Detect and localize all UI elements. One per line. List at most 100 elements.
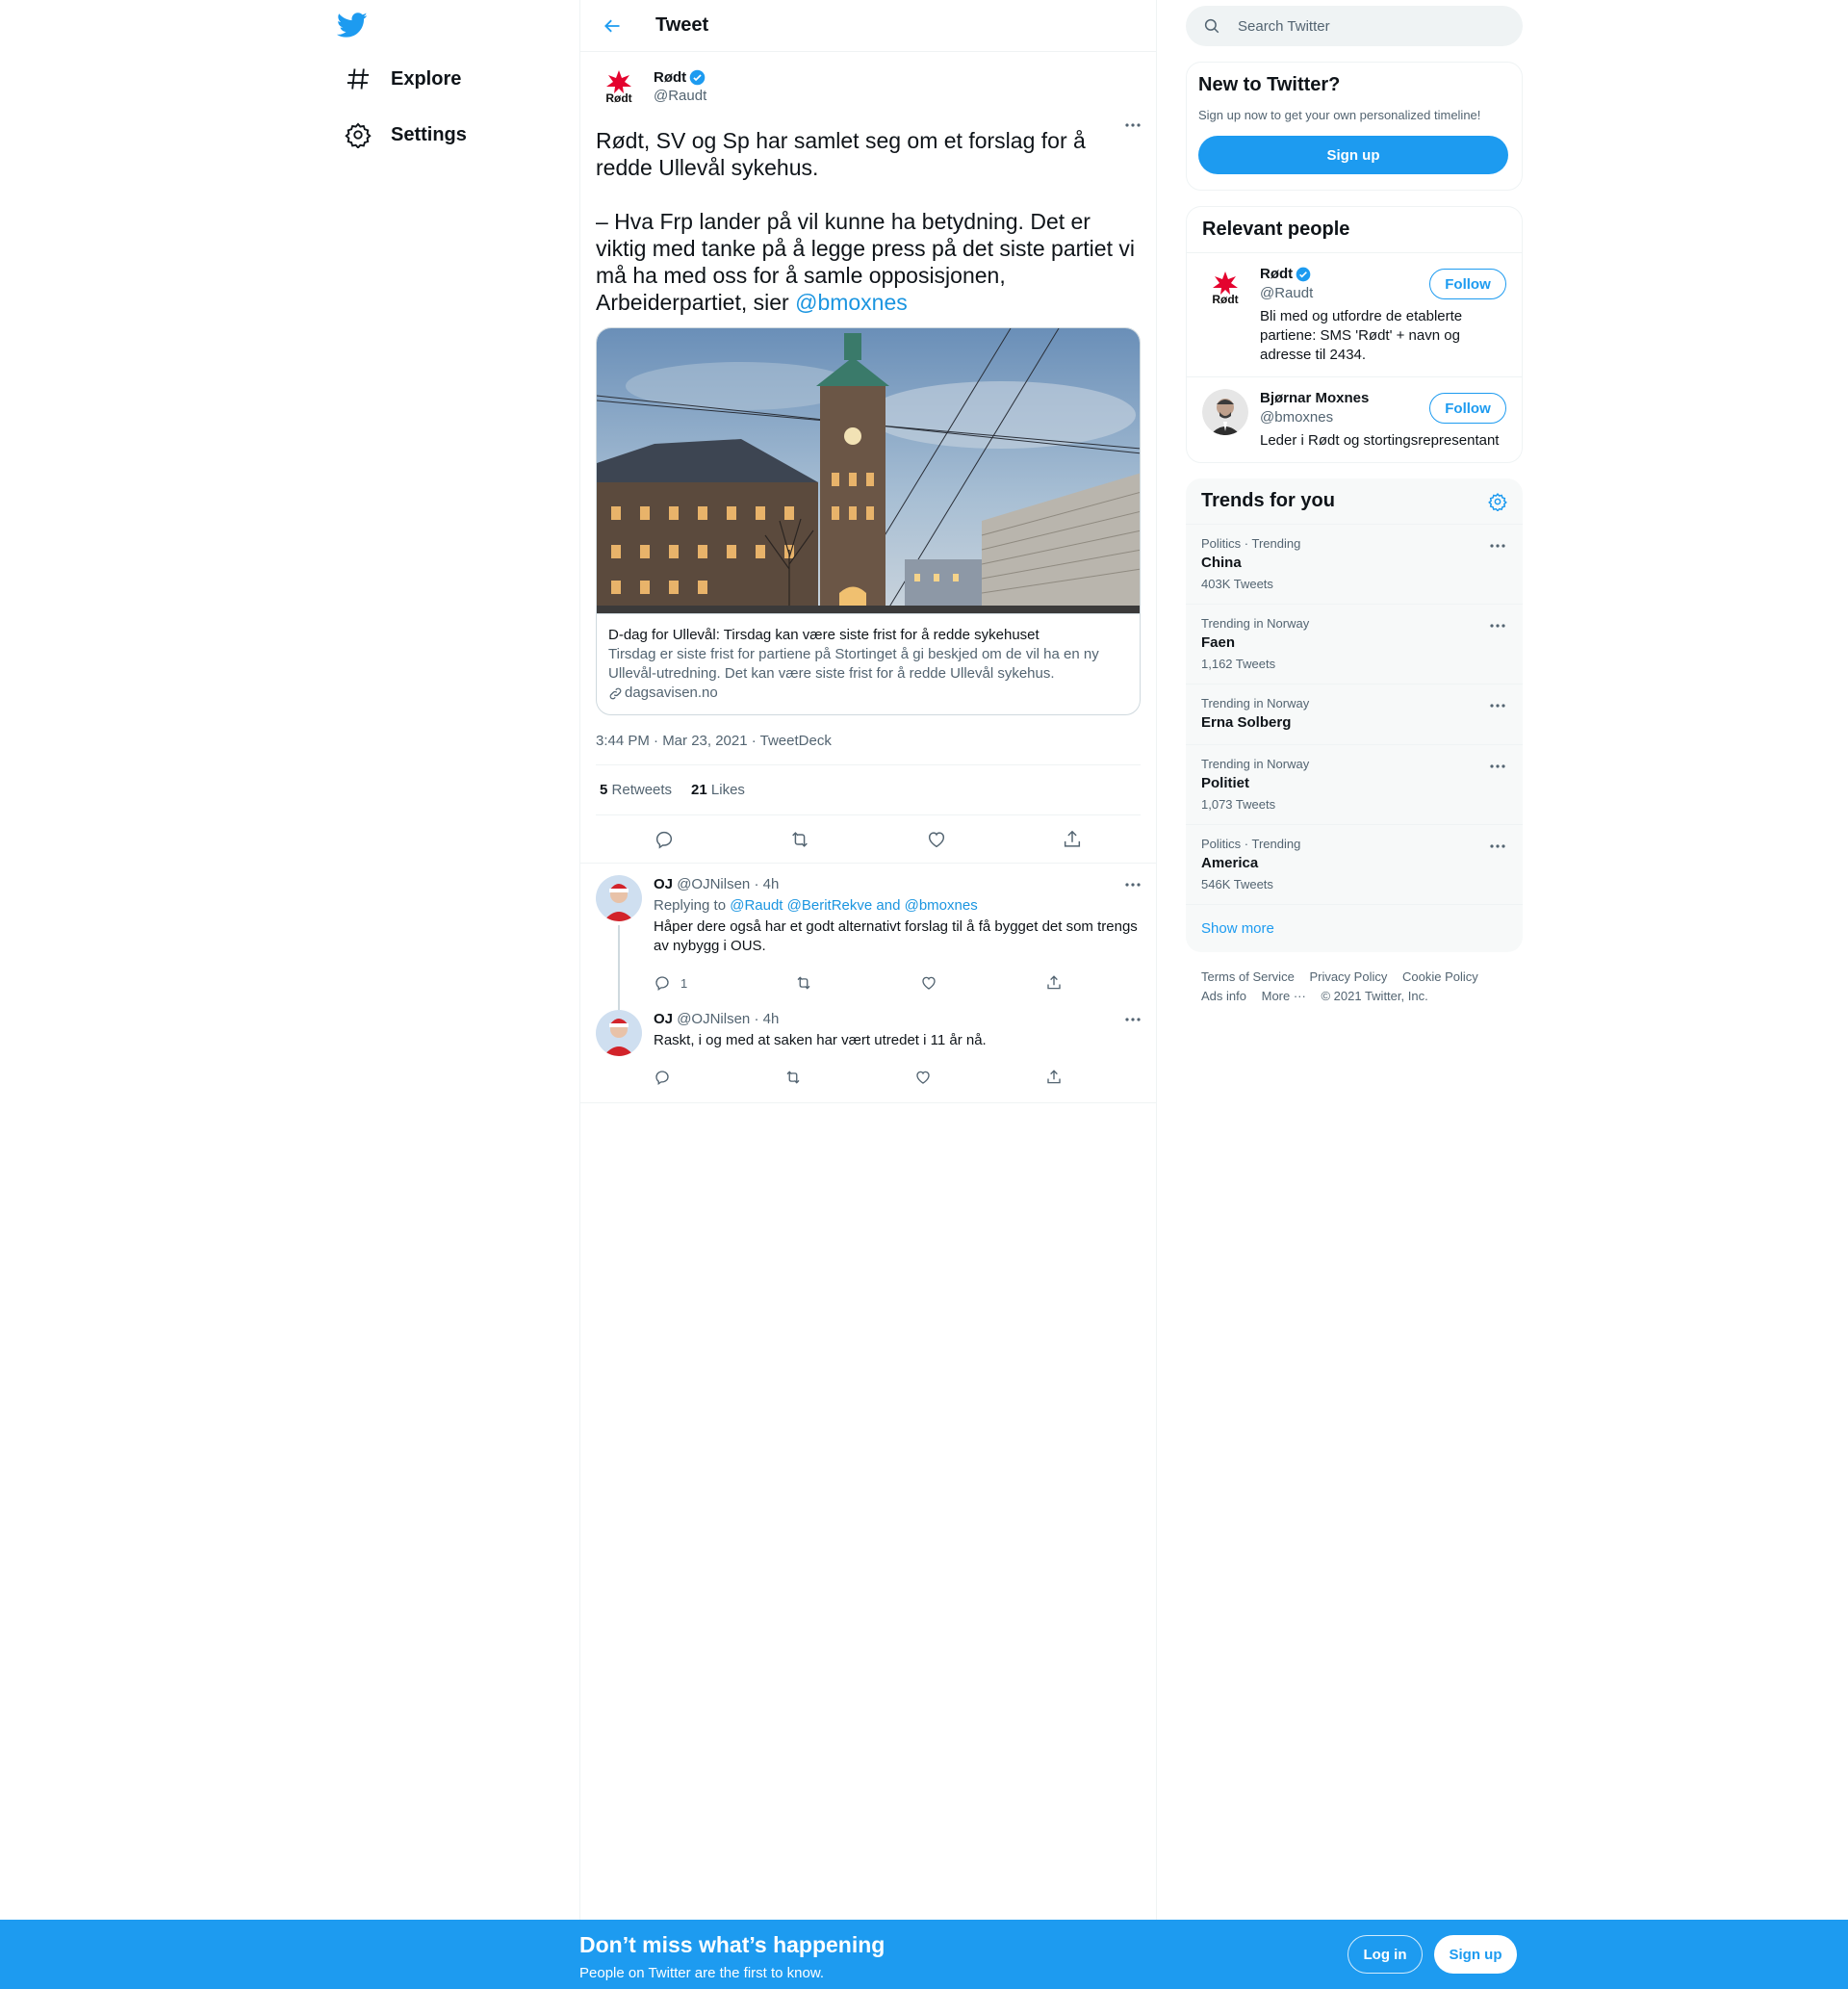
login-button[interactable]: Log in bbox=[1348, 1935, 1423, 1974]
search-input[interactable] bbox=[1238, 17, 1488, 35]
retweet-icon bbox=[797, 976, 810, 990]
new-to-twitter-subtitle: Sign up now to get your own personalized… bbox=[1198, 108, 1481, 122]
reply-icon bbox=[655, 976, 669, 992]
signup-banner: Don’t miss what’s happening People on Tw… bbox=[0, 1920, 1848, 1989]
retweets-label: Retweets bbox=[611, 782, 673, 798]
follow-button[interactable]: Follow bbox=[1429, 269, 1506, 299]
replying-last-mention[interactable]: @bmoxnes bbox=[905, 897, 978, 914]
more-options-icon[interactable] bbox=[1488, 536, 1507, 555]
reply-icon bbox=[655, 831, 672, 849]
person-item[interactable]: Rødt Rødt @Raudt Bli med og utfordre de … bbox=[1187, 252, 1522, 376]
retweet-button[interactable] bbox=[784, 1069, 802, 1086]
card-domain-text: dagsavisen.no bbox=[625, 685, 718, 701]
reply-tweet[interactable]: OJ @OJNilsen · 4h Replying to @Raudt @Be… bbox=[580, 864, 1156, 1012]
trend-name: Politiet bbox=[1201, 775, 1250, 791]
trend-item[interactable]: Trending in Norway Faen 1,162 Tweets bbox=[1186, 605, 1523, 685]
person-name[interactable]: Rødt bbox=[1260, 265, 1293, 284]
reply-author-name[interactable]: OJ bbox=[654, 876, 673, 892]
replying-prefix: Replying to bbox=[654, 897, 727, 914]
tweet-timestamp[interactable]: 3:44 PM · Mar 23, 2021 · TweetDeck bbox=[596, 733, 1141, 765]
avatar[interactable] bbox=[596, 875, 642, 921]
share-button[interactable] bbox=[1056, 823, 1089, 856]
reply-button[interactable] bbox=[648, 823, 680, 856]
share-button[interactable] bbox=[1045, 1069, 1063, 1086]
trend-item[interactable]: Politics · Trending America 546K Tweets bbox=[1186, 825, 1523, 905]
footer-terms[interactable]: Terms of Service bbox=[1201, 969, 1295, 984]
show-more-link[interactable]: Show more bbox=[1186, 905, 1523, 952]
rodt-logo-icon: Rødt bbox=[1202, 265, 1248, 311]
more-options-icon[interactable] bbox=[1123, 1010, 1142, 1029]
avatar[interactable] bbox=[1202, 389, 1248, 435]
like-button[interactable] bbox=[920, 974, 937, 992]
retweet-button[interactable] bbox=[783, 823, 816, 856]
verified-badge-icon bbox=[1296, 267, 1311, 282]
likes-stat[interactable]: 21 Likes bbox=[691, 782, 745, 798]
person-item[interactable]: Bjørnar Moxnes @bmoxnes Leder i Rødt og … bbox=[1187, 376, 1522, 462]
replying-and[interactable]: and bbox=[876, 897, 900, 914]
author-name[interactable]: Rødt bbox=[654, 69, 686, 86]
link-card[interactable]: D-dag for Ullevål: Tirsdag kan være sist… bbox=[596, 327, 1141, 715]
nav-settings-label: Settings bbox=[391, 123, 467, 145]
reply-time[interactable]: 4h bbox=[763, 876, 780, 892]
tweet-text: Rødt, SV og Sp har samlet seg om et fors… bbox=[596, 127, 1141, 316]
footer-ads-info[interactable]: Ads info bbox=[1201, 989, 1246, 1003]
hashtag-icon bbox=[346, 68, 370, 90]
retweet-button[interactable] bbox=[795, 974, 812, 992]
nav-settings[interactable]: Settings bbox=[333, 111, 478, 159]
banner-signup-button[interactable]: Sign up bbox=[1434, 1935, 1517, 1974]
avatar[interactable] bbox=[596, 1010, 642, 1056]
like-button[interactable] bbox=[914, 1069, 932, 1086]
footer-privacy[interactable]: Privacy Policy bbox=[1309, 969, 1387, 984]
back-button[interactable] bbox=[596, 10, 629, 42]
share-button[interactable] bbox=[1045, 974, 1063, 992]
trend-name: Faen bbox=[1201, 634, 1236, 651]
footer-more[interactable]: More ··· bbox=[1262, 989, 1306, 1003]
reply-author-handle[interactable]: @OJNilsen bbox=[677, 1011, 750, 1027]
heart-icon bbox=[916, 1071, 930, 1084]
reply-author-handle[interactable]: @OJNilsen bbox=[677, 876, 750, 892]
retweets-count: 5 bbox=[600, 782, 608, 798]
search-bar[interactable] bbox=[1186, 6, 1523, 46]
mention-link[interactable]: @bmoxnes bbox=[795, 290, 908, 315]
follow-button[interactable]: Follow bbox=[1429, 393, 1506, 424]
more-options-icon[interactable] bbox=[1488, 837, 1507, 856]
twitter-bird-icon[interactable] bbox=[337, 10, 368, 40]
trend-item[interactable]: Trending in Norway Politiet 1,073 Tweets bbox=[1186, 745, 1523, 825]
retweets-stat[interactable]: 5 Retweets bbox=[600, 782, 672, 798]
author-handle[interactable]: @Raudt bbox=[654, 88, 706, 104]
trend-context: Trending in Norway bbox=[1201, 696, 1310, 710]
page-title: Tweet bbox=[655, 14, 709, 36]
more-options-icon[interactable] bbox=[1123, 116, 1142, 135]
trend-item[interactable]: Trending in Norway Erna Solberg bbox=[1186, 685, 1523, 745]
reply-separator: · bbox=[754, 1011, 759, 1027]
more-options-icon[interactable] bbox=[1488, 757, 1507, 776]
reply-button[interactable]: 1 bbox=[654, 974, 687, 992]
nav-explore[interactable]: Explore bbox=[333, 55, 473, 103]
tweet-author[interactable]: Rødt Rødt @Raudt bbox=[596, 64, 1141, 110]
replying-to: Replying to @Raudt @BeritRekve and @bmox… bbox=[654, 896, 1141, 916]
tweet-actions bbox=[580, 815, 1156, 864]
trend-name: China bbox=[1201, 555, 1242, 571]
more-options-icon[interactable] bbox=[1488, 696, 1507, 715]
reply-time[interactable]: 4h bbox=[763, 1011, 780, 1027]
trend-item[interactable]: Politics · Trending China 403K Tweets bbox=[1186, 525, 1523, 605]
page-header: Tweet bbox=[580, 0, 1156, 52]
search-icon bbox=[1204, 18, 1219, 34]
more-options-icon[interactable] bbox=[1488, 616, 1507, 635]
reply-author-name[interactable]: OJ bbox=[654, 1011, 673, 1027]
settings-gear-icon[interactable] bbox=[1488, 492, 1507, 511]
like-button[interactable] bbox=[920, 823, 953, 856]
footer-cookie[interactable]: Cookie Policy bbox=[1402, 969, 1478, 984]
person-bio: Bli med og utfordre de etablerte partien… bbox=[1260, 308, 1463, 363]
signup-button[interactable]: Sign up bbox=[1198, 136, 1508, 174]
avatar[interactable]: Rødt bbox=[596, 64, 642, 110]
rodt-logo-icon: Rødt bbox=[596, 64, 642, 110]
person-name[interactable]: Bjørnar Moxnes bbox=[1260, 389, 1369, 408]
replying-mentions[interactable]: @Raudt @BeritRekve bbox=[730, 897, 872, 914]
trend-context: Trending in Norway bbox=[1201, 757, 1310, 771]
more-options-icon[interactable] bbox=[1123, 875, 1142, 894]
avatar[interactable]: Rødt bbox=[1202, 265, 1248, 311]
reply-tweet[interactable]: OJ @OJNilsen · 4h Raskt, i og med at sak… bbox=[580, 998, 1156, 1103]
banner-subtitle: People on Twitter are the first to know. bbox=[579, 1965, 825, 1981]
reply-button[interactable] bbox=[654, 1069, 671, 1086]
